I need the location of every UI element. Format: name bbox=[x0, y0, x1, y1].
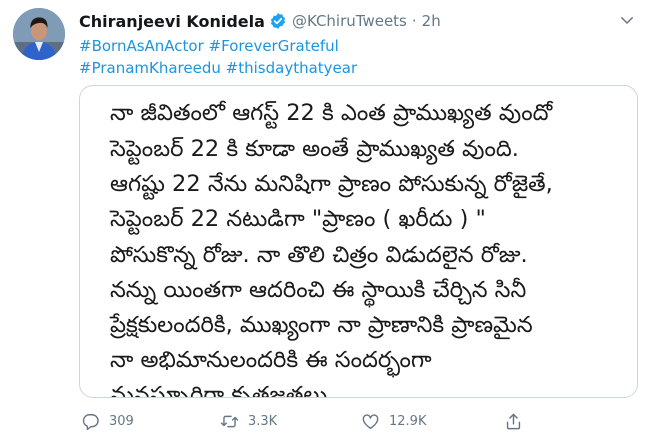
tweet-text: #BornAsAnActor #ForeverGrateful #PranamK… bbox=[79, 35, 357, 79]
image-text-line: ప్రేక్షకులందరికి, ముఖ్యంగా నా ప్రాణానికి… bbox=[110, 312, 533, 338]
retweet-button[interactable]: 3.3K bbox=[220, 407, 277, 435]
timestamp[interactable]: 2h bbox=[422, 12, 441, 30]
hashtag-link[interactable]: #PranamKhareedu bbox=[79, 59, 221, 77]
tweet[interactable]: Chiranjeevi Konidela @KChiruTweets · 2h … bbox=[0, 0, 650, 443]
image-text-line: ఆగష్టు 22 నేను మనిషిగా ప్రాణం పోసుకున్న … bbox=[110, 171, 553, 197]
chevron-down-icon[interactable] bbox=[618, 11, 636, 29]
tweet-header: Chiranjeevi Konidela @KChiruTweets · 2h bbox=[79, 9, 441, 33]
user-handle[interactable]: @KChiruTweets bbox=[292, 12, 407, 30]
avatar-photo bbox=[13, 8, 65, 60]
image-text-line: నన్ను యింతగా ఆదరించి ఈ స్థాయికి చేర్చిన … bbox=[110, 277, 527, 303]
reply-count: 309 bbox=[109, 413, 134, 429]
hashtag-link[interactable]: #thisdaythatyear bbox=[226, 59, 357, 77]
image-text-line: మనస్పూర్తిగా కృతజ్ఞతలు bbox=[110, 382, 328, 398]
share-icon bbox=[506, 413, 521, 429]
verified-badge-icon bbox=[270, 13, 285, 29]
share-button[interactable] bbox=[504, 407, 523, 435]
like-button[interactable]: 12.9K bbox=[361, 407, 426, 435]
retweet-icon bbox=[220, 415, 239, 427]
heart-icon bbox=[362, 413, 379, 429]
tweet-image[interactable]: నా జీవితంలో ఆగస్ట్ 22 కి ఎంత ప్రాముఖ్యత … bbox=[79, 85, 638, 398]
image-text-line: పోసుకొన్న రోజు. నా తొలి చిత్రం విడుదలైన … bbox=[110, 242, 528, 268]
hashtag-line-1: #BornAsAnActor #ForeverGrateful bbox=[79, 35, 357, 57]
hashtag-link[interactable]: #ForeverGrateful bbox=[209, 37, 339, 55]
reply-icon bbox=[82, 413, 99, 430]
avatar[interactable] bbox=[13, 8, 65, 60]
hashtag-link[interactable]: #BornAsAnActor bbox=[79, 37, 204, 55]
image-text-line: సెప్టెంబర్ 22 కి కూడా అంతే ప్రాముఖ్యత వు… bbox=[110, 136, 519, 162]
image-text-line: నా జీవితంలో ఆగస్ట్ 22 కి ఎంత ప్రాముఖ్యత … bbox=[110, 100, 553, 126]
like-count: 12.9K bbox=[389, 413, 427, 429]
tweet-actions: 309 3.3K 12.9K bbox=[79, 407, 639, 435]
retweet-count: 3.3K bbox=[248, 413, 278, 429]
hashtag-line-2: #PranamKhareedu #thisdaythatyear bbox=[79, 57, 357, 79]
display-name[interactable]: Chiranjeevi Konidela bbox=[79, 12, 265, 31]
separator-dot: · bbox=[411, 12, 417, 30]
image-text-line: సెప్టెంబర్ 22 నటుడిగా "ప్రాణం ( ఖరీదు ) … bbox=[110, 206, 486, 232]
image-text-line: నా అభిమానులందరికి ఈ సందర్భంగా bbox=[110, 347, 432, 373]
reply-button[interactable]: 309 bbox=[81, 407, 134, 435]
